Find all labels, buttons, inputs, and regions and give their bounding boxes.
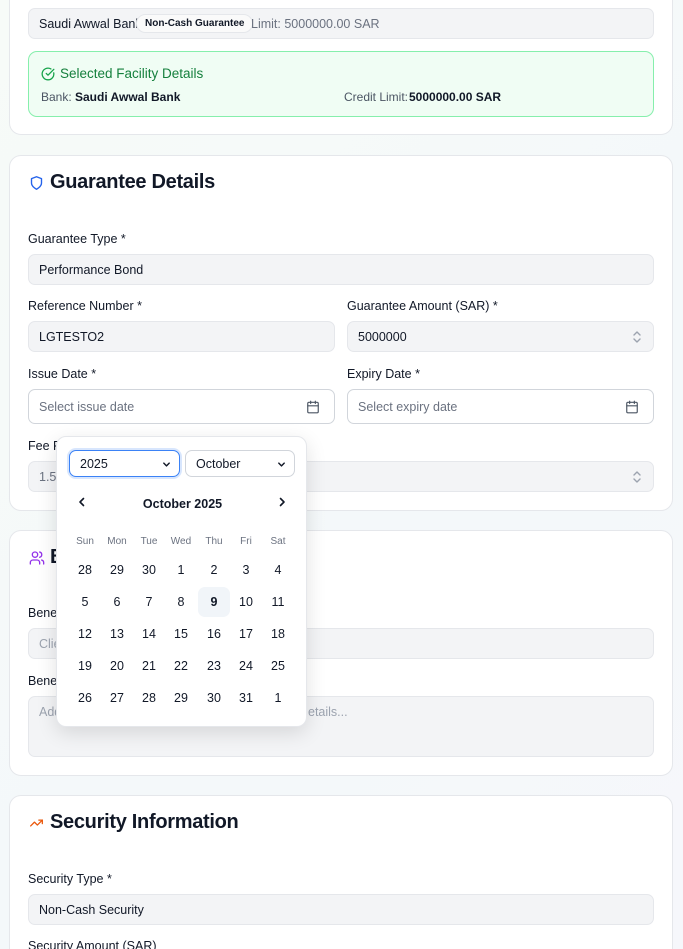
calendar-day[interactable]: 11 xyxy=(262,587,294,617)
chevron-down-icon xyxy=(163,462,170,467)
check-circle-icon xyxy=(41,67,55,81)
calendar-day[interactable]: 27 xyxy=(101,683,133,713)
calendar-icon xyxy=(307,400,319,414)
calendar-day[interactable]: 7 xyxy=(133,587,165,617)
calendar-day[interactable]: 23 xyxy=(198,651,230,681)
users-icon xyxy=(29,551,45,565)
calendar-day[interactable]: 15 xyxy=(165,619,197,649)
facility-option[interactable]: Saudi Awwal Bank Non-Cash Guarantee Limi… xyxy=(28,8,654,39)
weekday-header: Thu xyxy=(205,536,223,547)
calendar-day[interactable]: 6 xyxy=(101,587,133,617)
calendar-day[interactable]: 30 xyxy=(133,555,165,585)
fee-rate-value: 1.5 xyxy=(39,469,57,484)
beneficiary-details-placeholder-right: etails... xyxy=(308,705,348,719)
calendar-day[interactable]: 24 xyxy=(230,651,262,681)
calendar-day[interactable]: 2 xyxy=(198,555,230,585)
calendar-day[interactable]: 28 xyxy=(69,555,101,585)
facility-type-badge: Non-Cash Guarantee xyxy=(136,14,254,33)
calendar-day[interactable]: 30 xyxy=(198,683,230,713)
calendar-day[interactable]: 8 xyxy=(165,587,197,617)
facility-bank-name: Saudi Awwal Bank xyxy=(39,17,142,31)
weekday-header: Fri xyxy=(240,536,252,547)
issue-date-placeholder: Select issue date xyxy=(39,399,135,414)
issue-date-label: Issue Date * xyxy=(28,367,97,381)
guarantee-amount-label: Guarantee Amount (SAR) * xyxy=(347,299,498,313)
calendar-day[interactable]: 14 xyxy=(133,619,165,649)
security-info-title: Security Information xyxy=(50,811,239,833)
calendar-day[interactable]: 3 xyxy=(230,555,262,585)
calendar-day[interactable]: 28 xyxy=(133,683,165,713)
chevron-down-icon xyxy=(278,462,285,467)
calendar-day[interactable]: 26 xyxy=(69,683,101,713)
selected-facility-title: Selected Facility Details xyxy=(60,66,204,81)
date-picker-popover: 2025 October October 2025 Sun Mon Tue Wed Th… xyxy=(56,436,307,727)
selected-facility-panel: Selected Facility Details Bank: Saudi Aw… xyxy=(28,51,654,117)
calendar-day[interactable]: 4 xyxy=(262,555,294,585)
calendar-day[interactable]: 22 xyxy=(165,651,197,681)
calendar-day[interactable]: 31 xyxy=(230,683,262,713)
year-select-value: 2025 xyxy=(80,456,108,471)
month-caption: October 2025 xyxy=(142,497,223,511)
weekday-header: Wed xyxy=(170,536,192,547)
calendar-day[interactable]: 16 xyxy=(198,619,230,649)
calendar-day[interactable]: 13 xyxy=(101,619,133,649)
calendar-day[interactable]: 10 xyxy=(230,587,262,617)
weekday-header: Sat xyxy=(270,536,286,547)
reference-number-input[interactable]: LGTESTO2 xyxy=(28,321,335,352)
guarantee-details-title: Guarantee Details xyxy=(50,171,215,193)
guarantee-type-value: Performance Bond xyxy=(39,262,144,277)
month-select[interactable]: October xyxy=(185,450,295,477)
security-type-select[interactable]: Non-Cash Security xyxy=(28,894,654,925)
guarantee-amount-value: 5000000 xyxy=(358,329,407,344)
year-select[interactable]: 2025 xyxy=(69,450,180,477)
calendar-day[interactable]: 9 xyxy=(198,587,230,617)
credit-limit-label: Credit Limit: xyxy=(344,90,409,104)
bank-value: Saudi Awwal Bank xyxy=(75,90,181,104)
guarantee-amount-input[interactable]: 5000000 xyxy=(347,321,654,352)
shield-icon xyxy=(30,176,43,190)
calendar-day[interactable]: 1 xyxy=(165,555,197,585)
guarantee-type-label: Guarantee Type * xyxy=(28,232,126,246)
calendar-day[interactable]: 25 xyxy=(262,651,294,681)
calendar-day[interactable]: 5 xyxy=(69,587,101,617)
security-type-label: Security Type * xyxy=(28,872,112,886)
calendar-day[interactable]: 1 xyxy=(262,683,294,713)
guarantee-type-select[interactable]: Performance Bond xyxy=(28,254,654,285)
next-month-icon[interactable] xyxy=(275,495,289,509)
expiry-date-placeholder: Select expiry date xyxy=(358,399,458,414)
calendar-day[interactable]: 29 xyxy=(101,555,133,585)
reference-number-value: LGTESTO2 xyxy=(39,329,105,344)
calendar-day[interactable]: 17 xyxy=(230,619,262,649)
stepper-icon[interactable] xyxy=(631,470,643,484)
expiry-date-label: Expiry Date * xyxy=(347,367,420,381)
credit-limit-value: 5000000.00 SAR xyxy=(409,90,502,104)
calendar-day[interactable]: 29 xyxy=(165,683,197,713)
weekday-header: Sun xyxy=(76,536,94,547)
calendar-day[interactable]: 18 xyxy=(262,619,294,649)
weekday-header: Mon xyxy=(107,536,127,547)
calendar-day[interactable]: 19 xyxy=(69,651,101,681)
expiry-date-picker[interactable]: Select expiry date xyxy=(347,389,654,424)
issue-date-picker[interactable]: Select issue date xyxy=(28,389,335,424)
stepper-icon[interactable] xyxy=(631,330,643,344)
security-type-value: Non-Cash Security xyxy=(39,902,144,917)
calendar-day[interactable]: 21 xyxy=(133,651,165,681)
trending-up-icon xyxy=(30,819,43,827)
facility-limit: Limit: 5000000.00 SAR xyxy=(251,17,380,31)
security-amount-label: Security Amount (SAR) xyxy=(28,939,157,949)
calendar-icon xyxy=(626,400,638,414)
bank-label: Bank: xyxy=(41,90,72,104)
reference-number-label: Reference Number * xyxy=(28,299,142,313)
month-select-value: October xyxy=(196,456,241,471)
calendar-day[interactable]: 20 xyxy=(101,651,133,681)
calendar-day[interactable]: 12 xyxy=(69,619,101,649)
weekday-header: Tue xyxy=(140,536,158,547)
